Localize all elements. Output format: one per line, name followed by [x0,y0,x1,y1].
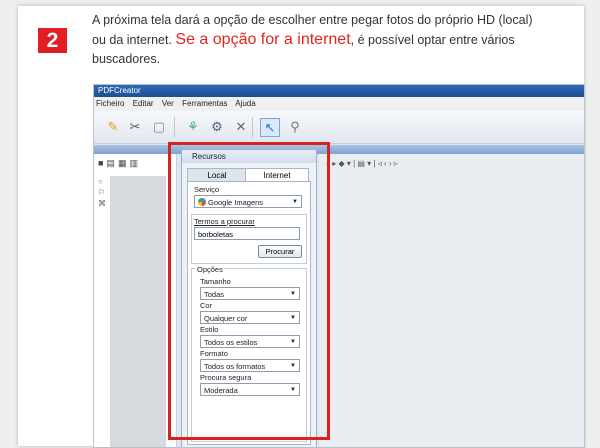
page-icon[interactable]: ▢ [150,118,168,135]
toolbar-divider [174,117,175,137]
menu-ficheiro[interactable]: Ficheiro [96,99,124,108]
highlight-frame [168,142,330,440]
menu-ver[interactable]: Ver [162,99,174,108]
instruction-text: A próxima tela dará a opção de escolher … [92,11,580,69]
document-area [319,154,584,447]
menu-editar[interactable]: Editar [133,99,154,108]
image-edit-icon[interactable]: ⚘ [184,118,202,135]
thumbnail-area [110,176,166,447]
instruction-highlight: Se a opção for a internet [175,31,351,48]
instruction-line-1: A próxima tela dará a opção de escolher … [92,13,533,27]
step-number-badge: 2 [38,28,67,53]
pane-outline-icons: ○ ⚐ ⌘ [98,177,106,208]
toolbar: ✎ ✂ ▢ ⚘ ⚙ ✕ ↖ ⚲ [94,111,584,144]
window-title: PDFCreator [94,85,584,97]
menu-ajuda[interactable]: Ajuda [235,99,255,108]
open-folder-icon[interactable]: ✎ [104,118,122,135]
instruction-line-3: buscadores. [92,52,161,66]
settings-icon[interactable]: ⚙ [208,118,226,135]
scissors-icon[interactable]: ✂ [126,118,144,135]
menu-bar: Ficheiro Editar Ver Ferramentas Ajuda [94,97,584,111]
menu-ferramentas[interactable]: Ferramentas [182,99,227,108]
instruction-line-2: ou da internet. Se a opção for a interne… [92,31,515,48]
left-pane: ■▤▦▥ ○ ⚐ ⌘ [94,154,177,447]
navigation-controls[interactable]: ◂ ▸ ◆ ▾ | ▤ ▾ | ◃ ‹ › ▹ [326,159,398,168]
pointer-icon[interactable]: ↖ [260,118,280,137]
pane-tool-icons[interactable]: ■▤▦▥ [98,158,141,169]
search-icon[interactable]: ⚲ [286,118,304,135]
toolbar-divider [252,117,253,137]
app-window-screenshot: PDFCreator Ficheiro Editar Ver Ferrament… [93,84,585,448]
close-icon[interactable]: ✕ [232,118,250,135]
